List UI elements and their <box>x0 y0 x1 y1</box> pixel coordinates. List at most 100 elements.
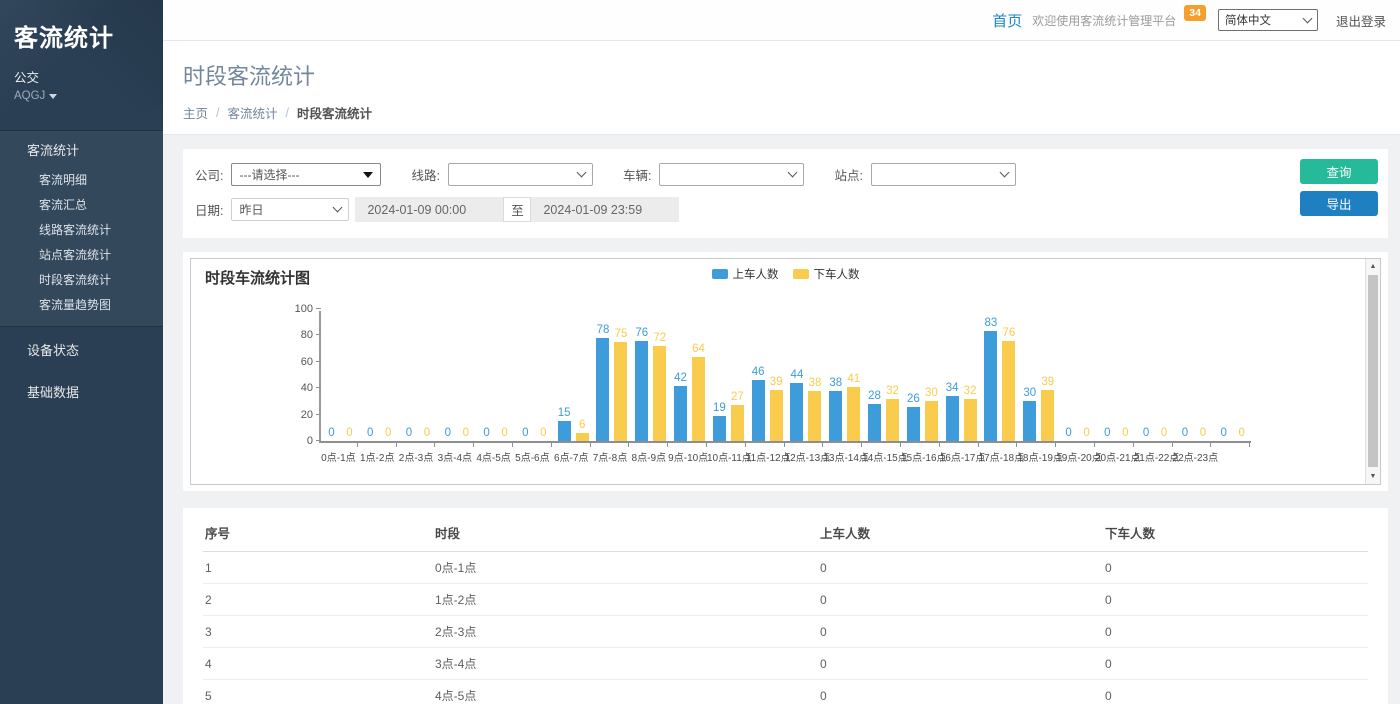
station-select[interactable] <box>871 163 1016 186</box>
chart-bar[interactable] <box>808 391 821 441</box>
chart-bar[interactable] <box>692 357 705 441</box>
chart-bar[interactable] <box>752 380 765 441</box>
table-column-header: 序号 <box>203 514 433 552</box>
breadcrumb-home[interactable]: 主页 <box>183 103 208 122</box>
bar-value-label: 34 <box>946 382 959 394</box>
sidebar-submenu: 客流明细客流汇总线路客流统计站点客流统计时段客流统计客流量趋势图 <box>0 168 163 326</box>
chart-bar[interactable] <box>790 383 803 441</box>
chart-bar[interactable] <box>1041 390 1054 441</box>
x-axis-tick-mark <box>979 443 1018 447</box>
chart-bar-column: 0 <box>498 311 511 441</box>
chart-bar-group: 4438 <box>787 311 826 441</box>
chart-bar[interactable] <box>1023 401 1036 441</box>
bar-value-label: 0 <box>406 427 412 439</box>
x-axis-tick-mark <box>668 443 707 447</box>
chart-bar[interactable] <box>614 342 627 441</box>
chart-bar[interactable] <box>653 346 666 441</box>
user-menu[interactable]: AQGJ <box>14 90 149 102</box>
chart-bar-column: 46 <box>752 311 765 441</box>
scroll-up-icon[interactable]: ▲ <box>1366 259 1380 274</box>
sidebar-item[interactable]: 基础数据 <box>0 372 163 411</box>
chart-bar[interactable] <box>635 341 648 441</box>
table-row[interactable]: 21点-2点00 <box>203 584 1368 616</box>
line-select[interactable] <box>448 163 593 186</box>
chevron-down-icon <box>788 168 798 178</box>
chart-bar[interactable] <box>596 338 609 441</box>
legend-entry[interactable]: 下车人数 <box>793 266 860 282</box>
sidebar-subitem[interactable]: 时段客流统计 <box>0 268 163 293</box>
y-axis-tick-label: 80 <box>287 329 313 341</box>
chart-bar[interactable] <box>674 386 687 441</box>
export-button[interactable]: 导出 <box>1300 191 1378 216</box>
sidebar-item-passenger-stats[interactable]: 客流统计 <box>0 131 163 168</box>
x-axis-tick-mark <box>785 443 824 447</box>
vehicle-select[interactable] <box>659 163 804 186</box>
sidebar-item[interactable]: 设备状态 <box>0 330 163 369</box>
chart-bar-column: 0 <box>1062 311 1075 441</box>
x-axis-tick-mark <box>823 443 862 447</box>
table-row[interactable]: 54点-5点00 <box>203 680 1368 704</box>
table-cell: 4点-5点 <box>433 680 818 704</box>
table-row[interactable]: 32点-3点00 <box>203 616 1368 648</box>
chart-bar[interactable] <box>558 421 571 441</box>
breadcrumb-passenger-stats[interactable]: 客流统计 <box>228 103 278 122</box>
chart-bar[interactable] <box>886 399 899 441</box>
x-axis-tick-label: 19点-20点 <box>1056 449 1095 464</box>
sidebar-subitem[interactable]: 站点客流统计 <box>0 243 163 268</box>
sidebar-subitem[interactable]: 客流量趋势图 <box>0 293 163 318</box>
bar-value-label: 72 <box>653 332 666 344</box>
scroll-down-icon[interactable]: ▼ <box>1366 469 1380 484</box>
table-row[interactable]: 43点-4点00 <box>203 648 1368 680</box>
chart-bar[interactable] <box>770 390 783 441</box>
chart-bar[interactable] <box>984 331 997 441</box>
home-link[interactable]: 首页 <box>992 10 1022 31</box>
chart-bar[interactable] <box>847 387 860 441</box>
legend-swatch <box>712 269 728 279</box>
bar-value-label: 15 <box>558 407 571 419</box>
bar-value-label: 39 <box>770 376 783 388</box>
sidebar-subitem[interactable]: 客流汇总 <box>0 193 163 218</box>
chart-bar[interactable] <box>868 404 881 441</box>
chart-bar[interactable] <box>964 399 977 441</box>
scrollbar-thumb[interactable] <box>1368 275 1378 467</box>
bar-value-label: 28 <box>868 390 881 402</box>
company-select[interactable]: ---请选择--- <box>231 163 381 186</box>
date-to-input[interactable]: 2024-01-09 23:59 <box>531 197 679 222</box>
date-preset-select[interactable]: 昨日 <box>231 198 349 221</box>
stats-table: 序号时段上车人数下车人数 10点-1点0021点-2点0032点-3点0043点… <box>203 514 1368 704</box>
chart-scrollbar[interactable]: ▲ ▼ <box>1365 259 1380 484</box>
date-from-input[interactable]: 2024-01-09 00:00 <box>355 197 503 222</box>
chart-bar[interactable] <box>925 401 938 441</box>
y-axis-tick-mark <box>316 414 321 415</box>
chart-bar[interactable] <box>576 433 589 441</box>
sidebar-subitem[interactable]: 线路客流统计 <box>0 218 163 243</box>
x-axis-tick-label: 3点-4点 <box>435 449 474 464</box>
y-axis-tick-mark <box>316 334 321 335</box>
chart-bar[interactable] <box>907 407 920 441</box>
chart-bar[interactable] <box>713 416 726 441</box>
chart-bar[interactable] <box>731 405 744 441</box>
page-title: 时段客流统计 <box>183 59 1400 91</box>
company-filter: 公司: ---请选择--- <box>195 163 381 186</box>
bar-value-label: 78 <box>597 324 610 336</box>
station-filter: 站点: <box>834 163 1015 186</box>
table-row[interactable]: 10点-1点00 <box>203 552 1368 584</box>
x-axis-tick-mark <box>940 443 979 447</box>
chart-bar[interactable] <box>946 396 959 441</box>
sidebar-subitem[interactable]: 客流明细 <box>0 168 163 193</box>
welcome-text: 欢迎使用客流统计管理平台 <box>1032 12 1176 29</box>
x-axis-tick-mark <box>591 443 630 447</box>
bar-value-label: 0 <box>463 427 469 439</box>
bar-value-label: 0 <box>501 427 507 439</box>
chart-bar[interactable] <box>1002 341 1015 441</box>
chart-bar-column: 0 <box>1235 311 1248 441</box>
query-button[interactable]: 查询 <box>1300 159 1378 184</box>
table-cell: 1点-2点 <box>433 584 818 616</box>
language-select[interactable]: 简体中文 <box>1218 9 1318 31</box>
x-axis-tick-label: 0点-1点 <box>319 449 358 464</box>
breadcrumb: 主页 / 客流统计 / 时段客流统计 <box>183 103 1400 122</box>
notification-badge[interactable]: 34 <box>1184 5 1206 21</box>
chart-bar[interactable] <box>829 391 842 441</box>
legend-entry[interactable]: 上车人数 <box>712 266 779 282</box>
logout-link[interactable]: 退出登录 <box>1336 11 1386 30</box>
